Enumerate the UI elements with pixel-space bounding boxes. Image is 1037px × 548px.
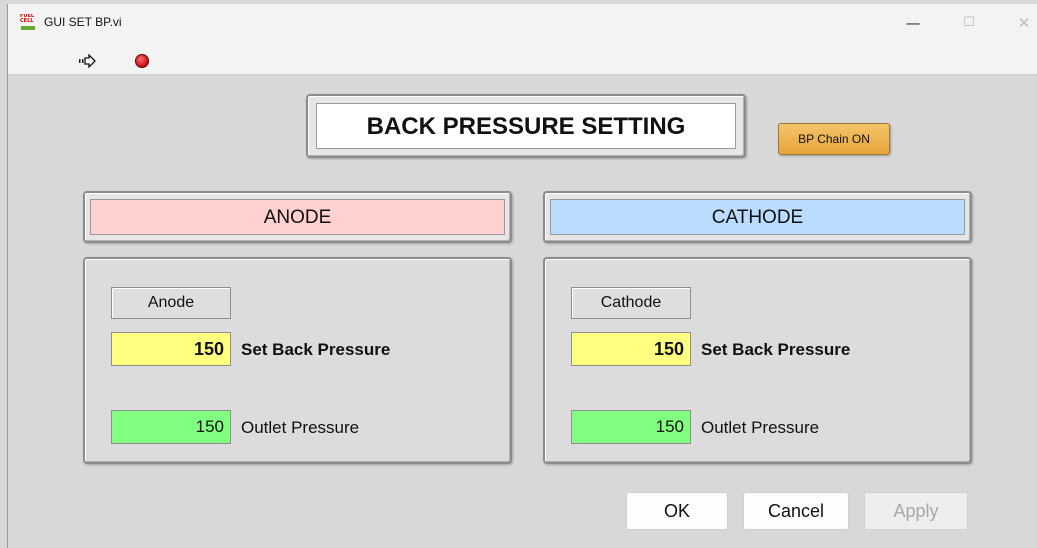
anode-header-frame: ANODE — [83, 191, 512, 243]
anode-header: ANODE — [90, 199, 505, 235]
cathode-header-frame: CATHODE — [543, 191, 972, 243]
fuel-cell-app-icon: FUEL CELL — [20, 14, 36, 30]
cathode-outlet-pressure-label: Outlet Pressure — [701, 418, 820, 437]
anode-set-pressure-label: Set Back Pressure — [241, 340, 391, 359]
abort-stop-icon[interactable] — [135, 54, 149, 68]
front-panel: BACK PRESSURE SETTING BP Chain ON ANODE … — [8, 75, 1037, 548]
cathode-label: Cathode — [571, 287, 691, 319]
window-title: GUI SET BP.vi — [44, 15, 122, 29]
anode-outlet-pressure-label: Outlet Pressure — [241, 418, 360, 437]
cathode-set-pressure-input[interactable]: 150 — [571, 332, 691, 366]
anode-outlet-pressure-indicator: 150 — [111, 410, 231, 444]
apply-button[interactable]: Apply — [864, 492, 968, 530]
cathode-outlet-pressure-indicator: 150 — [571, 410, 691, 444]
page-title: BACK PRESSURE SETTING — [316, 103, 736, 149]
ok-button[interactable]: OK — [626, 492, 728, 530]
minimize-icon[interactable]: — — [899, 12, 927, 34]
cathode-set-pressure-label: Set Back Pressure — [701, 340, 851, 359]
cathode-group: Cathode 150 Set Back Pressure 150 Outlet… — [543, 257, 972, 464]
run-arrow-icon[interactable] — [78, 54, 96, 68]
close-icon[interactable]: ✕ — [1010, 12, 1037, 34]
anode-label: Anode — [111, 287, 231, 319]
anode-set-pressure-input[interactable]: 150 — [111, 332, 231, 366]
title-frame: BACK PRESSURE SETTING — [306, 94, 746, 158]
vi-toolbar — [8, 42, 1037, 75]
vi-window: FUEL CELL GUI SET BP.vi — ☐ ✕ BACK PRESSU… — [7, 4, 1037, 548]
cathode-header: CATHODE — [550, 199, 965, 235]
maximize-icon[interactable]: ☐ — [955, 12, 983, 34]
cancel-button[interactable]: Cancel — [743, 492, 849, 530]
title-bar: FUEL CELL GUI SET BP.vi — ☐ ✕ — [8, 4, 1037, 42]
bp-chain-button[interactable]: BP Chain ON — [778, 123, 890, 155]
anode-group: Anode 150 Set Back Pressure 150 Outlet P… — [83, 257, 512, 464]
